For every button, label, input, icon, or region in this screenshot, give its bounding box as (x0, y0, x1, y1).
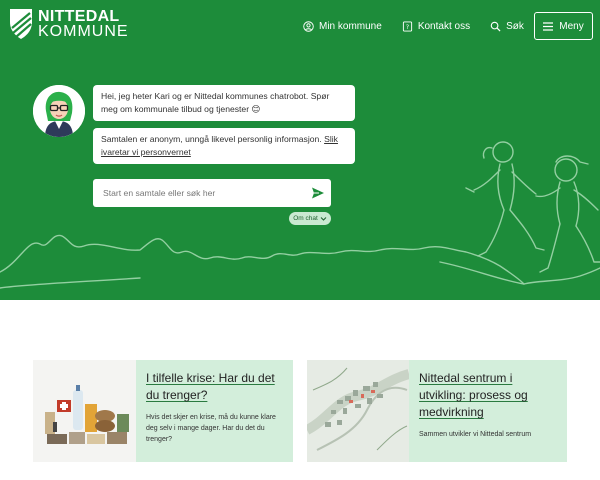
card-crisis-title[interactable]: I tilfelle krise: Har du det du trenger? (146, 370, 285, 404)
about-chat-button[interactable]: Om chat (289, 212, 331, 225)
nittedal-logo[interactable]: NITTEDAL KOMMUNE (8, 8, 129, 40)
card-sentrum-title[interactable]: Nittedal sentrum i utvikling: prosess og… (419, 370, 559, 421)
card-crisis-description: Hvis det skjer en krise, må du kunne kla… (146, 414, 276, 443)
emergency-supplies-photo (33, 360, 136, 462)
kari-avatar-illustration (33, 85, 85, 137)
town-plan-map-image (307, 360, 409, 462)
menu-button-label: Meny (559, 20, 584, 32)
top-navigation: Min kommune ? Kontakt oss Søk (303, 18, 544, 34)
nav-kontakt-oss[interactable]: ? Kontakt oss (402, 21, 470, 32)
chat-bubble-greeting: Hei, jeg heter Kari og er Nittedal kommu… (93, 85, 355, 121)
card-sentrum-description: Sammen utvikler vi Nittedal sentrum (419, 431, 532, 438)
logo-line-2: KOMMUNE (38, 23, 129, 40)
user-circle-icon (303, 20, 314, 32)
card-sentrum-body: Nittedal sentrum i utvikling: prosess og… (409, 360, 567, 462)
search-icon (490, 21, 501, 32)
card-crisis[interactable]: I tilfelle krise: Har du det du trenger?… (33, 360, 293, 462)
nav-min-kommune[interactable]: Min kommune (303, 21, 382, 32)
chat-search-box (93, 179, 331, 207)
hero-section: NITTEDAL KOMMUNE Min kommune ? Kontakt o… (0, 0, 600, 300)
card-crisis-body: I tilfelle krise: Har du det du trenger?… (136, 360, 293, 462)
svg-text:?: ? (406, 22, 409, 30)
chat-search-input[interactable] (93, 188, 293, 198)
card-crisis-image (33, 360, 136, 462)
greeting-text: Hei, jeg heter Kari og er Nittedal kommu… (101, 91, 330, 114)
nav-sok[interactable]: Søk (490, 21, 524, 32)
privacy-text: Samtalen er anonym, unngå likevel person… (101, 134, 322, 144)
about-chat-label: Om chat (293, 215, 318, 222)
card-sentrum[interactable]: Nittedal sentrum i utvikling: prosess og… (307, 360, 567, 462)
logo-line-1: NITTEDAL (38, 8, 120, 25)
shield-logo-icon (10, 9, 32, 39)
chat-bubble-privacy: Samtalen er anonym, unngå likevel person… (93, 128, 355, 164)
send-icon[interactable] (311, 186, 325, 200)
contact-icon: ? (402, 20, 412, 32)
card-sentrum-image (307, 360, 409, 462)
hamburger-icon (543, 21, 554, 31)
nav-min-kommune-label: Min kommune (319, 20, 382, 32)
chevron-down-icon (320, 217, 327, 221)
chatbot-avatar (33, 85, 85, 137)
logo-wordmark: NITTEDAL KOMMUNE (38, 8, 129, 40)
nav-kontakt-oss-label: Kontakt oss (417, 20, 471, 32)
menu-button[interactable]: Meny (534, 12, 593, 40)
nav-sok-label: Søk (506, 20, 524, 32)
